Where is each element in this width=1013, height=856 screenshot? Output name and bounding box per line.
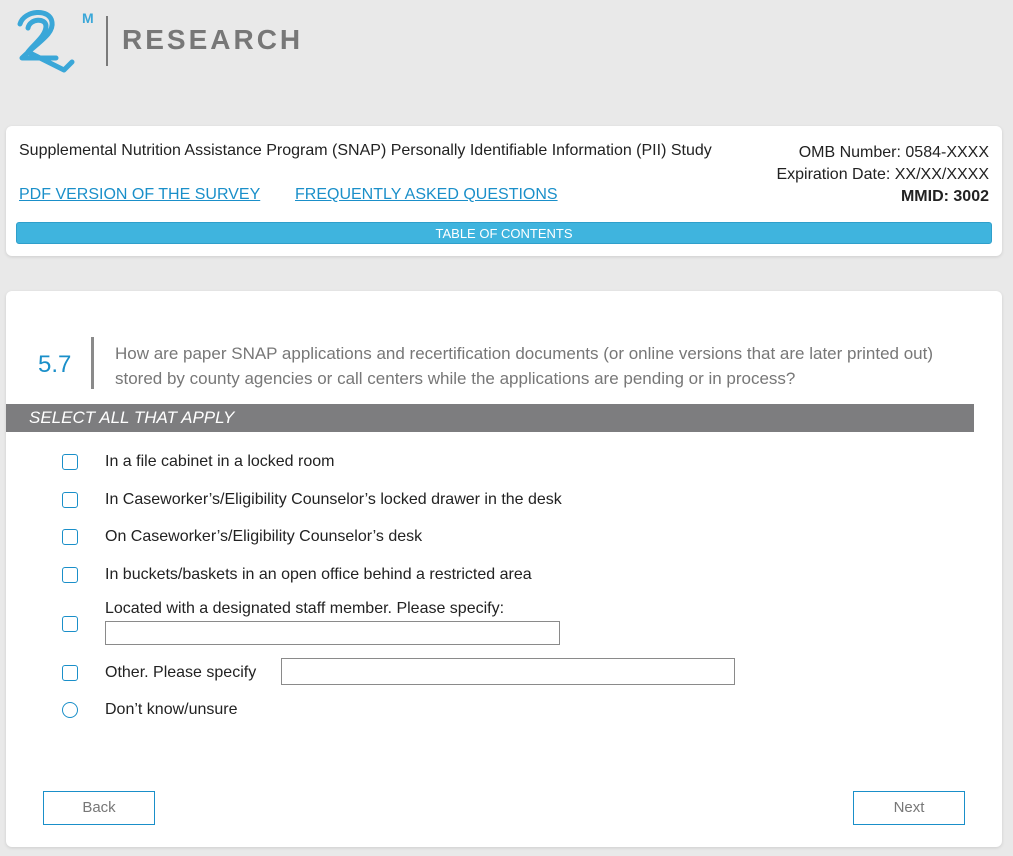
option-row[interactable]: On Caseworker’s/Eligibility Counselor’s … <box>62 528 422 545</box>
study-title: Supplemental Nutrition Assistance Progra… <box>19 142 712 159</box>
option-row[interactable]: Don’t know/unsure <box>62 701 238 718</box>
logo-divider <box>106 16 108 66</box>
option-row[interactable] <box>62 616 78 632</box>
mmid: MMID: 3002 <box>900 188 989 205</box>
question-number: 5.7 <box>38 351 72 378</box>
option-label: On Caseworker’s/Eligibility Counselor’s … <box>105 528 423 545</box>
survey-header-card: Supplemental Nutrition Assistance Progra… <box>6 126 1002 256</box>
option-checkbox[interactable] <box>62 529 78 545</box>
question-divider <box>91 337 94 389</box>
logo-wordmark: RESEARCH <box>122 24 304 55</box>
omb-number: OMB Number: 0584-XXXX <box>798 144 989 161</box>
option-label: In buckets/baskets in an open office beh… <box>105 566 532 583</box>
option-radio[interactable] <box>62 702 78 718</box>
option-label: In a file cabinet in a locked room <box>105 453 335 470</box>
option-checkbox[interactable] <box>62 665 78 681</box>
pdf-version-link[interactable]: PDF VERSION OF THE SURVEY <box>19 186 260 204</box>
option-row[interactable]: In a file cabinet in a locked room <box>62 453 334 470</box>
option-checkbox[interactable] <box>62 454 78 470</box>
option-label: Don’t know/unsure <box>105 701 238 718</box>
omb-info: OMB Number: 0584-XXXX Expiration Date: X… <box>776 142 989 208</box>
designated-staff-specify-input[interactable] <box>105 621 560 645</box>
option-row[interactable]: In Caseworker’s/Eligibility Counselor’s … <box>62 491 562 508</box>
question-card: 5.7 How are paper SNAP applications and … <box>6 291 1002 847</box>
company-logo: M <box>16 6 96 76</box>
back-button[interactable]: Back <box>43 791 155 825</box>
option-checkbox[interactable] <box>62 616 78 632</box>
option-row[interactable]: In buckets/baskets in an open office beh… <box>62 566 532 583</box>
option-label: Located with a designated staff member. … <box>105 600 505 617</box>
option-row[interactable]: Other. Please specify <box>62 664 256 681</box>
expiration-date: Expiration Date: XX/XX/XXXX <box>776 166 989 183</box>
other-specify-input[interactable] <box>281 658 735 685</box>
option-label: Other. Please specify <box>105 664 257 681</box>
option-checkbox[interactable] <box>62 492 78 508</box>
faq-link[interactable]: FREQUENTLY ASKED QUESTIONS <box>295 186 558 204</box>
option-label: In Caseworker’s/Eligibility Counselor’s … <box>105 491 562 508</box>
next-button[interactable]: Next <box>853 791 965 825</box>
table-of-contents-button[interactable]: TABLE OF CONTENTS <box>16 222 992 244</box>
option-checkbox[interactable] <box>62 567 78 583</box>
logo-superscript: M <box>82 10 94 26</box>
question-text: How are paper SNAP applications and rece… <box>115 344 934 388</box>
instruction-bar: SELECT ALL THAT APPLY <box>6 404 974 432</box>
